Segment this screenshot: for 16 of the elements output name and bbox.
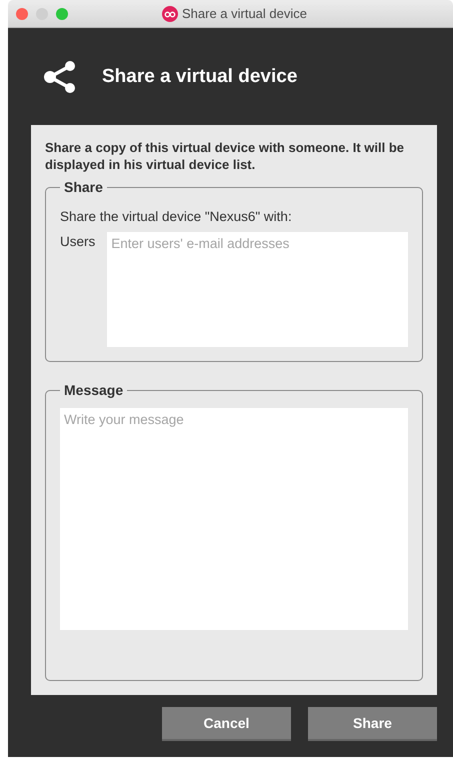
- users-field[interactable]: Enter users' e-mail addresses: [107, 232, 408, 347]
- group-legend: Share: [60, 179, 107, 195]
- share-icon: [44, 60, 76, 94]
- zoom-button[interactable]: [56, 8, 68, 20]
- share-button[interactable]: Share: [308, 707, 437, 741]
- intro-text: Share a copy of this virtual device with someone. It will be displayed in his virtual device list.: [45, 139, 406, 173]
- dialog-title: Share a virtual device: [102, 66, 298, 88]
- instruction-text: Share the virtual device "Nexus6" with:: [60, 209, 293, 224]
- message-field[interactable]: Write your message: [60, 408, 408, 630]
- users-label: Users: [60, 233, 96, 251]
- close-button[interactable]: [16, 8, 28, 20]
- group-legend: Message: [60, 382, 128, 398]
- app-logo-icon: [162, 6, 178, 22]
- cancel-button[interactable]: Cancel: [162, 707, 291, 741]
- minimize-button[interactable]: [36, 8, 48, 20]
- window-title: Share a virtual device: [182, 6, 307, 21]
